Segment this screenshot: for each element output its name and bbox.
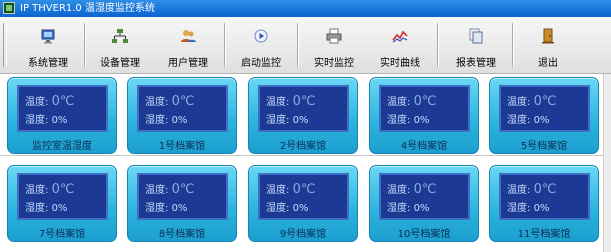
sensor-screen: 温度: 0℃ 湿度: 0% [499, 85, 590, 132]
sensor-screen: 温度: 0℃ 湿度: 0% [137, 85, 228, 132]
report-management-label: 报表管理 [456, 58, 496, 69]
temperature-reading: 温度: 0℃ [266, 182, 316, 197]
chart-line-icon [391, 27, 409, 45]
vertical-scrollbar[interactable] [603, 74, 611, 252]
sensor-tile-10[interactable]: 温度: 0℃ 湿度: 0% 10号档案馆 [369, 165, 479, 242]
device-management-button[interactable]: 设备管理 [88, 17, 152, 73]
sensor-tile-monitor-room[interactable]: 温度: 0℃ 湿度: 0% 监控室温湿度 [7, 77, 117, 154]
realtime-monitoring-label: 实时监控 [314, 58, 354, 69]
humidity-reading: 湿度: 0% [145, 203, 188, 214]
sensor-screen: 温度: 0℃ 湿度: 0% [137, 173, 228, 220]
temperature-reading: 温度: 0℃ [507, 182, 557, 197]
network-icon [111, 27, 129, 45]
exit-button[interactable]: 退出 [520, 17, 576, 73]
window-title: IP THVER1.0 温湿度监控系统 [20, 3, 155, 14]
device-management-label: 设备管理 [100, 58, 140, 69]
humidity-reading: 湿度: 0% [507, 203, 550, 214]
humidity-reading: 湿度: 0% [387, 203, 430, 214]
tile-name: 5号档案馆 [520, 141, 568, 152]
tile-name: 11号档案馆 [517, 229, 571, 240]
users-icon [179, 27, 197, 45]
monitor-icon [39, 27, 57, 45]
temperature-reading: 温度: 0℃ [145, 94, 195, 109]
realtime-curve-button[interactable]: 实时曲线 [370, 17, 430, 73]
monitor-panel: 温度: 0℃ 湿度: 0% 监控室温湿度 温度: 0℃ 湿度: 0% 1号档案馆… [0, 74, 603, 252]
humidity-reading: 湿度: 0% [25, 203, 68, 214]
row-divider [0, 155, 603, 156]
humidity-reading: 湿度: 0% [507, 115, 550, 126]
play-icon [252, 27, 270, 45]
user-management-button[interactable]: 用户管理 [158, 17, 218, 73]
exit-label: 退出 [538, 58, 558, 69]
realtime-monitoring-button[interactable]: 实时监控 [304, 17, 364, 73]
sensor-screen: 温度: 0℃ 湿度: 0% [258, 85, 349, 132]
sensor-screen: 温度: 0℃ 湿度: 0% [258, 173, 349, 220]
sensor-screen: 温度: 0℃ 湿度: 0% [379, 173, 470, 220]
report-management-button[interactable]: 报表管理 [446, 17, 506, 73]
sensor-screen: 温度: 0℃ 湿度: 0% [379, 85, 470, 132]
tile-name: 10号档案馆 [397, 229, 451, 240]
humidity-reading: 湿度: 0% [145, 115, 188, 126]
humidity-reading: 湿度: 0% [266, 203, 309, 214]
humidity-reading: 湿度: 0% [387, 115, 430, 126]
start-monitoring-button[interactable]: 启动监控 [231, 17, 291, 73]
toolbar-separator [297, 23, 299, 67]
sensor-screen: 温度: 0℃ 湿度: 0% [17, 173, 108, 220]
tile-name: 2号档案馆 [279, 141, 327, 152]
temperature-reading: 温度: 0℃ [266, 94, 316, 109]
temperature-reading: 温度: 0℃ [387, 94, 437, 109]
sensor-tile-5[interactable]: 温度: 0℃ 湿度: 0% 5号档案馆 [489, 77, 599, 154]
user-management-label: 用户管理 [168, 58, 208, 69]
sensor-tile-1[interactable]: 温度: 0℃ 湿度: 0% 1号档案馆 [127, 77, 237, 154]
temperature-reading: 温度: 0℃ [145, 182, 195, 197]
printer-icon [325, 27, 343, 45]
toolbar-separator [512, 23, 514, 67]
sensor-screen: 温度: 0℃ 湿度: 0% [499, 173, 590, 220]
temperature-reading: 温度: 0℃ [507, 94, 557, 109]
sensor-tile-9[interactable]: 温度: 0℃ 湿度: 0% 9号档案馆 [248, 165, 358, 242]
copy-icon [467, 27, 485, 45]
system-management-button[interactable]: 系统管理 [17, 17, 79, 73]
tile-name: 4号档案馆 [400, 141, 448, 152]
toolbar-grip[interactable] [3, 23, 7, 67]
tile-name: 7号档案馆 [38, 229, 86, 240]
sensor-tile-4[interactable]: 温度: 0℃ 湿度: 0% 4号档案馆 [369, 77, 479, 154]
sensor-screen: 温度: 0℃ 湿度: 0% [17, 85, 108, 132]
sensor-tile-8[interactable]: 温度: 0℃ 湿度: 0% 8号档案馆 [127, 165, 237, 242]
tile-name: 8号档案馆 [158, 229, 206, 240]
humidity-reading: 湿度: 0% [266, 115, 309, 126]
tile-name: 1号档案馆 [158, 141, 206, 152]
toolbar-separator [84, 23, 86, 67]
toolbar-separator [224, 23, 226, 67]
sensor-tile-2[interactable]: 温度: 0℃ 湿度: 0% 2号档案馆 [248, 77, 358, 154]
temperature-reading: 温度: 0℃ [25, 182, 75, 197]
exit-door-icon [539, 27, 557, 45]
sensor-tile-11[interactable]: 温度: 0℃ 湿度: 0% 11号档案馆 [489, 165, 599, 242]
system-management-label: 系统管理 [28, 58, 68, 69]
toolbar: 系统管理 设备管理 用户管理 启动监控 实时监控 实时曲线 报表管理 退出 [0, 17, 611, 74]
tile-name: 9号档案馆 [279, 229, 327, 240]
temperature-reading: 温度: 0℃ [25, 94, 75, 109]
sensor-tile-7[interactable]: 温度: 0℃ 湿度: 0% 7号档案馆 [7, 165, 117, 242]
title-bar: IP THVER1.0 温湿度监控系统 [0, 0, 611, 17]
toolbar-separator [437, 23, 439, 67]
app-icon [3, 2, 15, 14]
realtime-curve-label: 实时曲线 [380, 58, 420, 69]
start-monitoring-label: 启动监控 [241, 58, 281, 69]
temperature-reading: 温度: 0℃ [387, 182, 437, 197]
tile-name: 监控室温湿度 [32, 141, 92, 152]
humidity-reading: 湿度: 0% [25, 115, 68, 126]
